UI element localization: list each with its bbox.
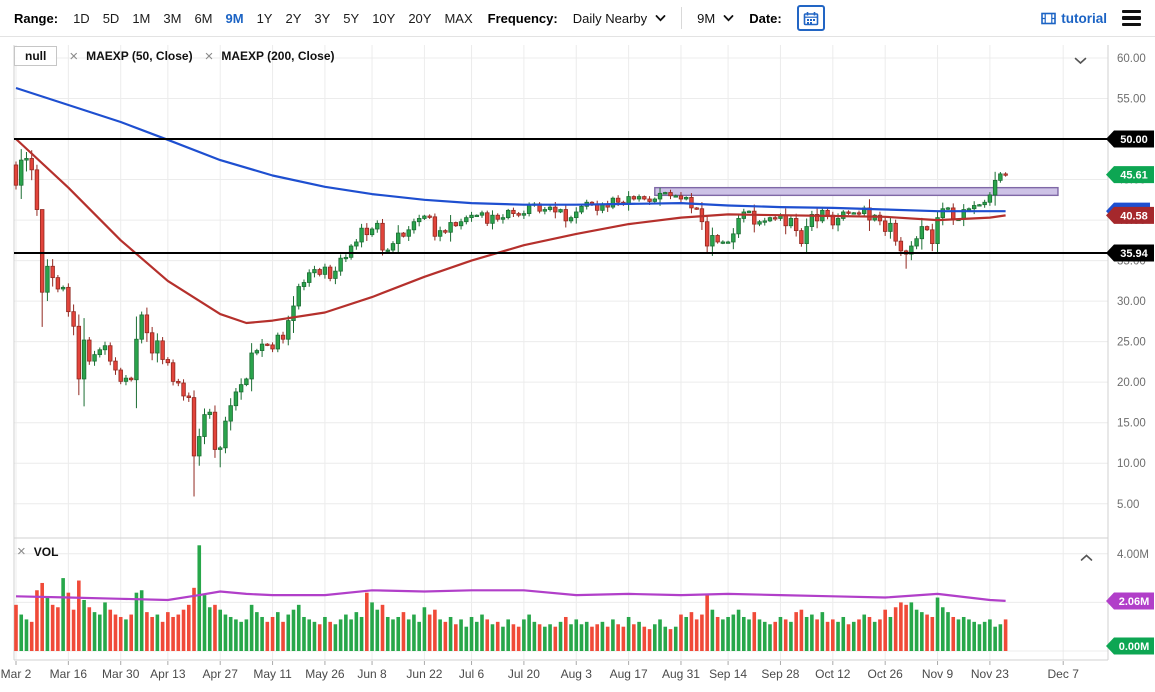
range-option-9m[interactable]: 9M xyxy=(226,11,244,26)
svg-text:50.00: 50.00 xyxy=(1120,134,1148,146)
svg-text:2.06M: 2.06M xyxy=(1119,596,1150,608)
volume-bars xyxy=(14,545,1007,651)
range-options: 1D 5D 1M 3M 6M 9M 1Y 2Y 3Y 5Y 10Y 20Y MAX xyxy=(73,11,473,26)
frequency-value: Daily Nearby xyxy=(573,11,647,26)
gridlines xyxy=(14,45,1108,660)
svg-text:40.58: 40.58 xyxy=(1120,210,1148,222)
svg-text:60.00: 60.00 xyxy=(1117,53,1146,65)
price-panel-collapse-button[interactable] xyxy=(1072,51,1089,70)
svg-text:Oct 26: Oct 26 xyxy=(867,667,903,681)
range-option-10y[interactable]: 10Y xyxy=(372,11,395,26)
range-option-1d[interactable]: 1D xyxy=(73,11,90,26)
study-label: VOL xyxy=(34,545,59,559)
svg-text:Aug 17: Aug 17 xyxy=(610,667,648,681)
range-option-1y[interactable]: 1Y xyxy=(257,11,273,26)
volume-ma-line xyxy=(16,590,1006,601)
study-maexp-200: × MAEXP (200, Close) xyxy=(205,49,335,64)
chevron-down-icon xyxy=(655,15,666,22)
remove-study-icon[interactable]: × xyxy=(69,49,78,64)
svg-text:15.00: 15.00 xyxy=(1117,418,1146,430)
toolbar: Range: 1D 5D 1M 3M 6M 9M 1Y 2Y 3Y 5Y 10Y 20Y MAX Fre… xyxy=(0,0,1155,37)
volume-ma xyxy=(16,590,1006,601)
tutorial-label: tutorial xyxy=(1061,11,1107,26)
svg-text:5.00: 5.00 xyxy=(1117,499,1139,511)
svg-text:Oct 12: Oct 12 xyxy=(815,667,851,681)
film-tutorial-icon xyxy=(1041,12,1056,25)
price-axis-labels: 60.0055.0050.0045.0040.0035.0030.0025.00… xyxy=(1117,53,1149,561)
svg-text:10.00: 10.00 xyxy=(1117,458,1146,470)
volume-panel-collapse-button[interactable] xyxy=(1078,548,1095,567)
date-label: Date: xyxy=(749,11,782,26)
range-option-3m[interactable]: 3M xyxy=(163,11,181,26)
panel-borders xyxy=(14,45,1108,660)
annotations xyxy=(655,188,1058,196)
svg-text:4.00M: 4.00M xyxy=(1117,549,1149,561)
chart-canvas: 60.0055.0050.0045.0040.0035.0030.0025.00… xyxy=(0,0,1155,692)
svg-text:Jul 20: Jul 20 xyxy=(508,667,540,681)
range-option-6m[interactable]: 6M xyxy=(194,11,212,26)
range-option-5y[interactable]: 5Y xyxy=(343,11,359,26)
frequency-dropdown[interactable]: Daily Nearby xyxy=(573,11,666,26)
svg-text:55.00: 55.00 xyxy=(1117,93,1146,105)
svg-text:Jul 6: Jul 6 xyxy=(459,667,485,681)
svg-text:45.61: 45.61 xyxy=(1120,170,1148,182)
range-option-5d[interactable]: 5D xyxy=(103,11,120,26)
period-dropdown[interactable]: 9M xyxy=(697,11,734,26)
chevron-down-icon xyxy=(1074,57,1087,65)
svg-text:25.00: 25.00 xyxy=(1117,337,1146,349)
svg-text:Aug 3: Aug 3 xyxy=(561,667,593,681)
svg-text:Mar 16: Mar 16 xyxy=(50,667,88,681)
svg-text:Nov 9: Nov 9 xyxy=(922,667,954,681)
svg-text:Nov 23: Nov 23 xyxy=(971,667,1009,681)
svg-text:May 11: May 11 xyxy=(253,667,292,681)
svg-text:Mar 30: Mar 30 xyxy=(102,667,140,681)
remove-study-icon[interactable]: × xyxy=(205,49,214,64)
svg-text:Sep 14: Sep 14 xyxy=(709,667,747,681)
svg-text:Jun 22: Jun 22 xyxy=(406,667,442,681)
tutorial-link[interactable]: tutorial xyxy=(1041,11,1107,26)
study-maexp-50: × MAEXP (50, Close) xyxy=(69,49,192,64)
svg-text:Apr 13: Apr 13 xyxy=(150,667,186,681)
svg-text:Dec 7: Dec 7 xyxy=(1048,667,1080,681)
charting-app: 60.0055.0050.0045.0040.0035.0030.0025.00… xyxy=(0,0,1155,692)
svg-text:Aug 31: Aug 31 xyxy=(662,667,700,681)
x-axis-labels: Mar 2 Mar 16 Mar 30 Apr 13 Apr 27 May 11 May 2… xyxy=(1,661,1080,681)
svg-text:Sep 28: Sep 28 xyxy=(761,667,799,681)
frequency-label: Frequency: xyxy=(488,11,558,26)
axis-badges: 50.00 35.94 40.58 45.61 2.06M 0.00M xyxy=(1106,131,1154,655)
svg-text:Jun 8: Jun 8 xyxy=(357,667,387,681)
calendar-icon xyxy=(803,11,819,26)
svg-text:35.94: 35.94 xyxy=(1120,248,1148,260)
ma-lines xyxy=(16,139,1006,323)
candlestick-series xyxy=(14,149,1007,496)
price-panel-legend: null × MAEXP (50, Close) × MAEXP (200, C… xyxy=(14,46,335,66)
svg-text:0.00M: 0.00M xyxy=(1119,641,1150,653)
svg-text:20.00: 20.00 xyxy=(1117,377,1146,389)
remove-study-icon[interactable]: × xyxy=(17,544,26,559)
ma50-line xyxy=(16,139,1006,323)
range-option-max[interactable]: MAX xyxy=(444,11,472,26)
range-label: Range: xyxy=(14,11,58,26)
toolbar-divider xyxy=(681,7,682,29)
svg-text:May 26: May 26 xyxy=(305,667,345,681)
hamburger-menu-icon[interactable] xyxy=(1120,5,1143,31)
symbol-chip[interactable]: null xyxy=(14,46,57,66)
svg-text:Apr 27: Apr 27 xyxy=(203,667,239,681)
svg-text:Mar 2: Mar 2 xyxy=(1,667,32,681)
range-option-1m[interactable]: 1M xyxy=(132,11,150,26)
volume-panel-legend: × VOL xyxy=(17,544,58,559)
rectangle-annotation xyxy=(655,188,1058,196)
svg-text:30.00: 30.00 xyxy=(1117,296,1146,308)
study-label: MAEXP (200, Close) xyxy=(221,49,334,63)
study-label: MAEXP (50, Close) xyxy=(86,49,192,63)
date-picker-button[interactable] xyxy=(797,5,825,31)
chevron-down-icon xyxy=(723,15,734,22)
range-option-2y[interactable]: 2Y xyxy=(285,11,301,26)
range-option-20y[interactable]: 20Y xyxy=(408,11,431,26)
toolbar-right: tutorial xyxy=(1041,5,1143,31)
period-value: 9M xyxy=(697,11,715,26)
range-option-3y[interactable]: 3Y xyxy=(314,11,330,26)
chevron-up-icon xyxy=(1080,554,1093,562)
study-vol: × VOL xyxy=(17,544,58,559)
